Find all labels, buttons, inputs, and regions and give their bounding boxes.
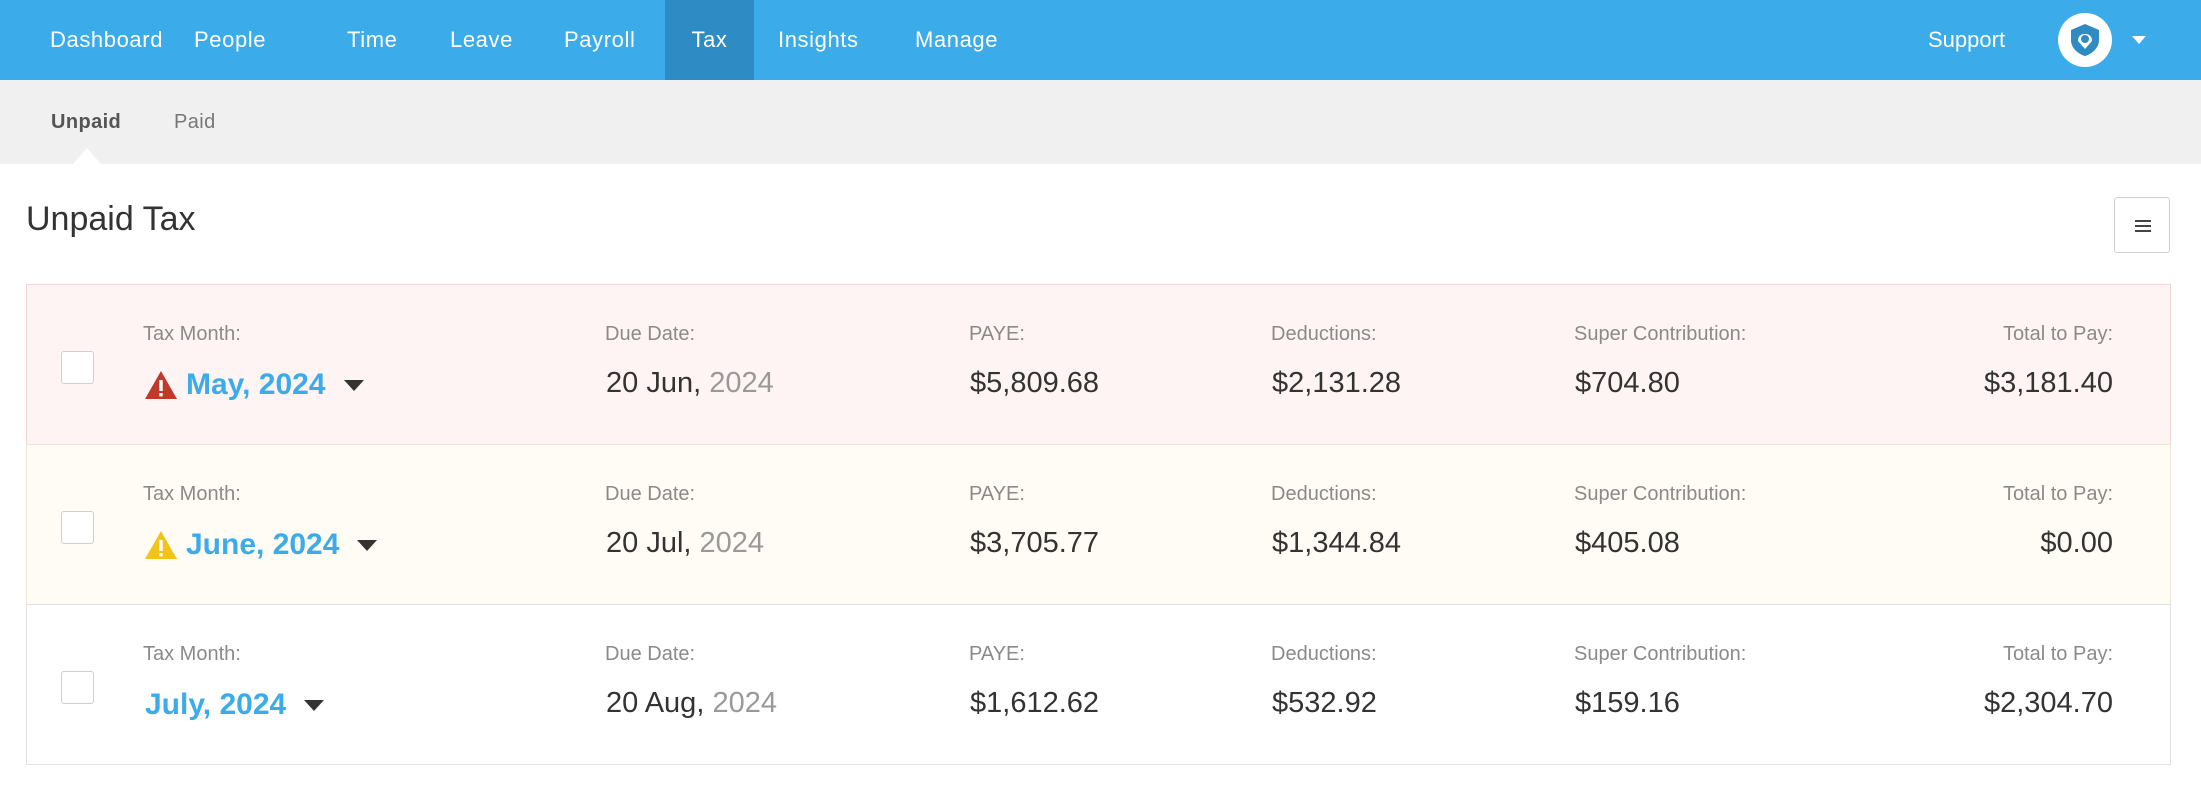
deductions-label: Deductions: bbox=[1271, 483, 1377, 505]
sub-nav: Unpaid Paid bbox=[0, 80, 2201, 164]
super-value: $405.08 bbox=[1575, 527, 1680, 559]
tax-month-label: Tax Month: bbox=[143, 643, 241, 665]
table-row: Tax Month: June, 2024 Due Date: 20 Jul, … bbox=[26, 444, 2171, 605]
tax-month-value: May, 2024 bbox=[186, 368, 326, 401]
nav-insights[interactable]: Insights bbox=[778, 0, 859, 80]
due-date-label: Due Date: bbox=[605, 643, 696, 665]
row-checkbox[interactable] bbox=[61, 511, 94, 544]
paye-label: PAYE: bbox=[969, 483, 1025, 505]
chevron-down-icon bbox=[304, 699, 325, 711]
total-value: $2,304.70 bbox=[1983, 687, 2113, 719]
table-row: Tax Month: May, 2024 Due Date: 20 Jun, 2… bbox=[26, 284, 2171, 445]
tax-month-label: Tax Month: bbox=[143, 483, 241, 505]
logo-shield-icon bbox=[2071, 24, 2099, 56]
tax-month-value: July, 2024 bbox=[145, 688, 287, 721]
nav-time[interactable]: Time bbox=[347, 0, 397, 80]
due-date-day: 20 Aug, bbox=[606, 687, 705, 719]
total-label: Total to Pay: bbox=[2002, 643, 2113, 665]
total-label: Total to Pay: bbox=[2002, 483, 2113, 505]
support-link[interactable]: Support bbox=[1928, 0, 2005, 80]
chevron-down-icon bbox=[343, 379, 364, 391]
nav-people-label: People bbox=[194, 27, 267, 52]
deductions-value: $532.92 bbox=[1272, 687, 1377, 719]
row-checkbox[interactable] bbox=[61, 351, 94, 384]
due-date-year: 2024 bbox=[709, 367, 774, 399]
tax-month-label: Tax Month: bbox=[143, 323, 241, 345]
total-value: $0.00 bbox=[2040, 527, 2113, 559]
active-tab-pointer bbox=[73, 148, 101, 164]
top-nav: Dashboard People Time Leave Payroll Tax … bbox=[0, 0, 2201, 80]
total-label: Total to Pay: bbox=[2002, 323, 2113, 345]
nav-people[interactable]: People bbox=[172, 0, 316, 80]
nav-manage[interactable]: Manage bbox=[915, 0, 998, 80]
super-value: $704.80 bbox=[1575, 367, 1680, 399]
tab-paid[interactable]: Paid bbox=[174, 80, 216, 164]
table-row: Tax Month: July, 2024 Due Date: 20 Aug, … bbox=[26, 604, 2171, 765]
due-date-label: Due Date: bbox=[605, 323, 696, 345]
paye-label: PAYE: bbox=[969, 643, 1025, 665]
nav-leave[interactable]: Leave bbox=[450, 0, 513, 80]
due-date-value: 20 Jul, 2024 bbox=[606, 527, 764, 560]
paye-value: $1,612.62 bbox=[970, 687, 1100, 719]
tax-month-dropdown[interactable]: July, 2024 bbox=[145, 685, 325, 725]
tax-month-dropdown[interactable]: June, 2024 bbox=[144, 525, 378, 565]
nav-tax[interactable]: Tax bbox=[665, 0, 754, 80]
warning-triangle-yellow-icon bbox=[145, 531, 177, 559]
due-date-day: 20 Jul, bbox=[606, 527, 692, 559]
super-value: $159.16 bbox=[1575, 687, 1680, 719]
chevron-down-icon bbox=[357, 539, 378, 551]
deductions-value: $2,131.28 bbox=[1272, 367, 1402, 399]
due-date-year: 2024 bbox=[699, 527, 765, 559]
warning-triangle-red-icon bbox=[145, 371, 177, 399]
due-date-value: 20 Aug, 2024 bbox=[606, 687, 777, 720]
due-date-year: 2024 bbox=[712, 687, 777, 719]
due-date-value: 20 Jun, 2024 bbox=[606, 367, 774, 400]
deductions-label: Deductions: bbox=[1271, 323, 1377, 345]
tax-month-dropdown[interactable]: May, 2024 bbox=[144, 365, 364, 405]
paye-label: PAYE: bbox=[969, 323, 1025, 345]
tax-month-value: June, 2024 bbox=[186, 528, 340, 561]
due-date-day: 20 Jun, bbox=[606, 367, 702, 399]
row-checkbox[interactable] bbox=[61, 671, 94, 704]
options-menu-button[interactable] bbox=[2114, 197, 2170, 253]
tax-list: Tax Month: May, 2024 Due Date: 20 Jun, 2… bbox=[26, 284, 2171, 765]
paye-value: $3,705.77 bbox=[970, 527, 1100, 559]
super-label: Super Contribution: bbox=[1574, 323, 1747, 345]
total-value: $3,181.40 bbox=[1983, 367, 2113, 399]
account-menu-chevron-down-icon[interactable] bbox=[2132, 36, 2146, 44]
super-label: Super Contribution: bbox=[1574, 643, 1747, 665]
deductions-label: Deductions: bbox=[1271, 643, 1377, 665]
due-date-label: Due Date: bbox=[605, 483, 696, 505]
page-title: Unpaid Tax bbox=[26, 200, 196, 238]
paye-value: $5,809.68 bbox=[970, 367, 1100, 399]
nav-payroll[interactable]: Payroll bbox=[564, 0, 635, 80]
deductions-value: $1,344.84 bbox=[1272, 527, 1402, 559]
super-label: Super Contribution: bbox=[1574, 483, 1747, 505]
avatar[interactable] bbox=[2058, 13, 2112, 67]
